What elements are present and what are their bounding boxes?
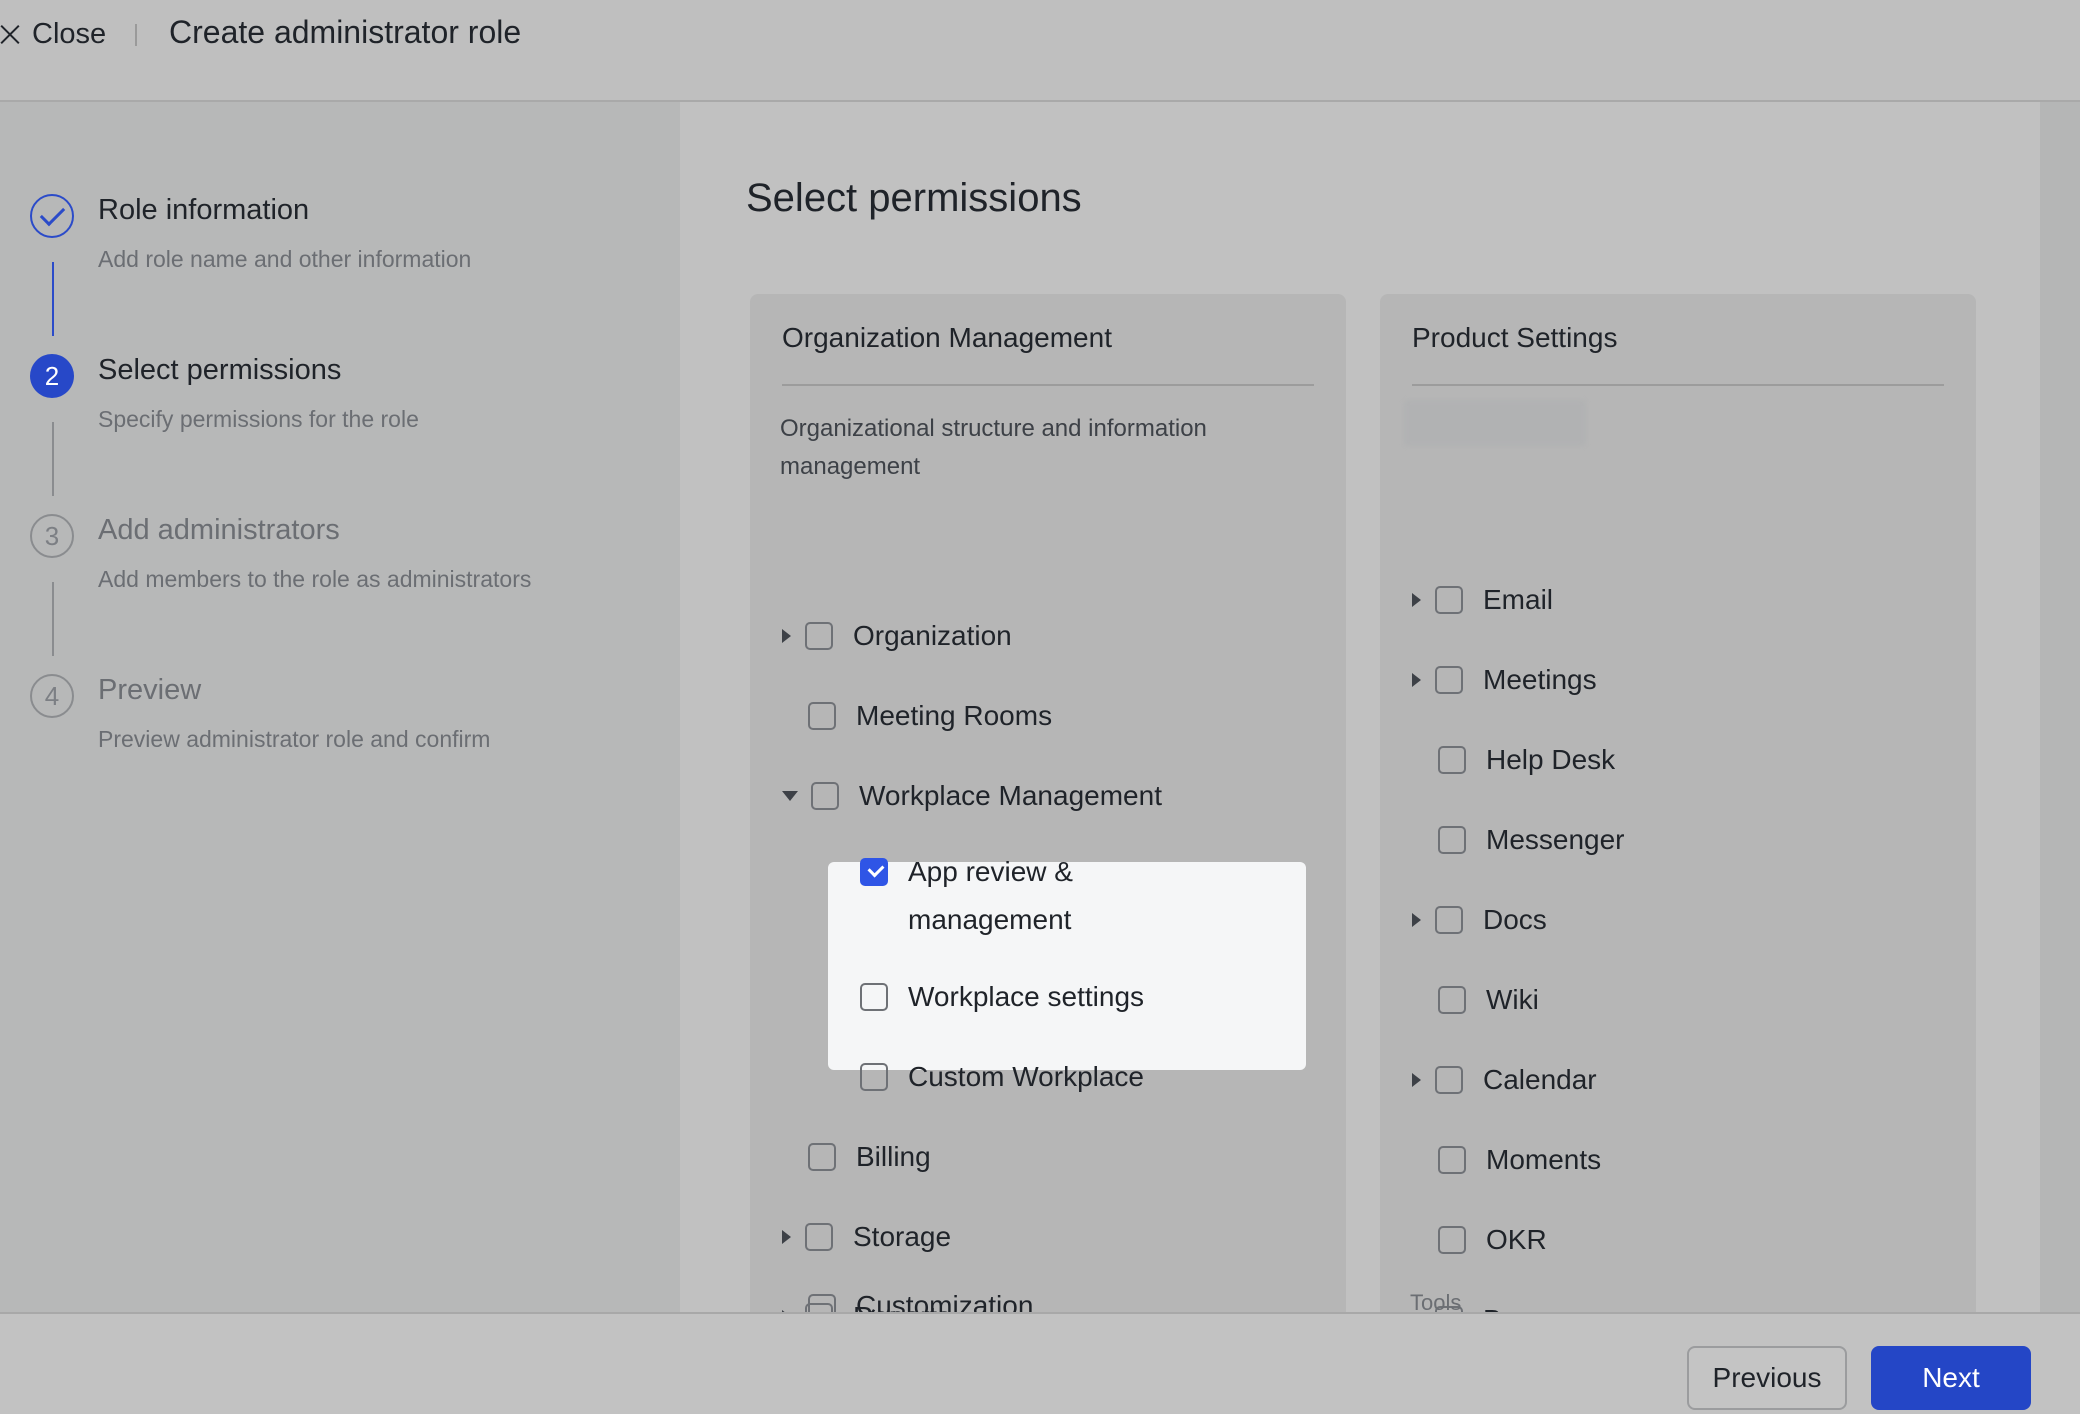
perm-wiki[interactable]: Wiki xyxy=(1438,980,1539,1020)
perm-label: Calendar xyxy=(1483,1064,1597,1095)
perm-docs[interactable]: Docs xyxy=(1412,900,1547,940)
expand-arrow-icon[interactable] xyxy=(782,629,791,643)
checkbox[interactable] xyxy=(1438,826,1466,854)
perm-label: Docs xyxy=(1483,904,1547,935)
org-management-card: Organization Management Organizational s… xyxy=(750,294,1346,1324)
perm-billing[interactable]: Billing xyxy=(808,1137,931,1177)
step-title: Role information xyxy=(98,194,310,226)
card-heading: Organization Management xyxy=(782,322,1112,353)
step-title: Select permissions xyxy=(98,354,342,386)
checkbox[interactable] xyxy=(1438,986,1466,1014)
close-icon xyxy=(0,24,20,44)
checkbox[interactable] xyxy=(1435,906,1463,934)
perm-customization[interactable]: Customization xyxy=(808,1284,1033,1312)
step-desc: Add role name and other information xyxy=(98,246,472,272)
checkbox[interactable] xyxy=(808,702,836,730)
perm-label: Organization xyxy=(853,620,1012,651)
perm-moments[interactable]: Moments xyxy=(1438,1140,1601,1180)
section-title: Select permissions xyxy=(746,176,1082,220)
checkbox[interactable] xyxy=(1435,666,1463,694)
checkbox[interactable] xyxy=(860,983,888,1011)
perm-meeting-rooms[interactable]: Meeting Rooms xyxy=(808,696,1052,736)
tools-section-label: Tools xyxy=(1410,1290,1462,1312)
step-number: 4 xyxy=(30,674,74,718)
perm-label: Meeting Rooms xyxy=(856,700,1053,731)
expand-arrow-icon[interactable] xyxy=(1412,593,1421,607)
step-connector xyxy=(52,582,54,656)
checkbox[interactable] xyxy=(1438,746,1466,774)
checkbox[interactable] xyxy=(1438,1226,1466,1254)
perm-label: Billing xyxy=(856,1141,931,1172)
perm-storage[interactable]: Storage xyxy=(782,1217,951,1257)
header-divider xyxy=(135,24,137,46)
perm-workplace-management[interactable]: Workplace Management xyxy=(782,776,1162,816)
checkbox[interactable] xyxy=(808,1143,836,1171)
product-settings-card: Product Settings Email Meetings Help Des… xyxy=(1380,294,1976,1324)
close-button[interactable]: Close xyxy=(0,12,106,56)
expand-arrow-icon[interactable] xyxy=(1412,673,1421,687)
footer-bar: Previous Next xyxy=(0,1312,2080,1414)
perm-workplace-settings[interactable]: Workplace settings xyxy=(860,977,1144,1017)
main-panel: Select permissions Organization Manageme… xyxy=(680,102,2040,1324)
perm-email[interactable]: Email xyxy=(1412,580,1553,620)
previous-button[interactable]: Previous xyxy=(1687,1346,1847,1410)
perm-messenger[interactable]: Messenger xyxy=(1438,820,1625,860)
top-bar: Close Create administrator role xyxy=(0,0,2080,102)
checkbox[interactable] xyxy=(808,1294,836,1312)
page-title: Create administrator role xyxy=(169,14,522,50)
perm-okr[interactable]: OKR xyxy=(1438,1220,1547,1260)
perm-organization[interactable]: Organization xyxy=(782,616,1012,656)
step-connector xyxy=(52,262,54,336)
scrollbar-gutter[interactable] xyxy=(2040,102,2080,1312)
perm-app-review[interactable]: App review & management xyxy=(860,856,1128,952)
step-number: 3 xyxy=(30,514,74,558)
checkbox[interactable] xyxy=(1438,1146,1466,1174)
perm-custom-workplace[interactable]: Custom Workplace xyxy=(860,1057,1144,1097)
perm-label: Workplace settings xyxy=(908,981,1145,1012)
step-desc: Specify permissions for the role xyxy=(98,406,419,432)
card-divider xyxy=(1412,384,1944,386)
redacted-block xyxy=(1404,400,1586,446)
step-desc: Add members to the role as administrator… xyxy=(98,566,532,592)
perm-meetings[interactable]: Meetings xyxy=(1412,660,1597,700)
card-divider xyxy=(782,384,1314,386)
perm-calendar[interactable]: Calendar xyxy=(1412,1060,1597,1100)
perm-label: App review & management xyxy=(908,856,1073,935)
next-button[interactable]: Next xyxy=(1871,1346,2031,1410)
checkbox[interactable] xyxy=(1435,586,1463,614)
perm-label: Storage xyxy=(853,1221,952,1252)
expand-arrow-icon[interactable] xyxy=(1412,1073,1421,1087)
checkbox[interactable] xyxy=(805,622,833,650)
perm-label: Email xyxy=(1483,584,1554,615)
expand-arrow-icon[interactable] xyxy=(782,1230,791,1244)
steps-sidebar: Role information Add role name and other… xyxy=(0,102,680,1312)
perm-label: Wiki xyxy=(1486,984,1539,1015)
perm-label: OKR xyxy=(1486,1224,1547,1255)
card-description: Organizational structure and information… xyxy=(780,415,1207,480)
perm-label: Help Desk xyxy=(1486,744,1616,775)
close-label: Close xyxy=(32,17,107,50)
step-desc: Preview administrator role and confirm xyxy=(98,726,491,752)
perm-label: Moments xyxy=(1486,1144,1602,1175)
collapse-arrow-icon[interactable] xyxy=(782,791,798,801)
perm-help-desk[interactable]: Help Desk xyxy=(1438,740,1615,780)
checkbox[interactable] xyxy=(805,1223,833,1251)
step-number: 2 xyxy=(30,354,74,398)
expand-arrow-icon[interactable] xyxy=(1412,913,1421,927)
perm-label: Workplace Management xyxy=(859,780,1162,811)
perm-label: Messenger xyxy=(1486,824,1625,855)
step-1-check-icon xyxy=(30,194,74,238)
perm-label: Customization xyxy=(856,1290,1034,1312)
step-title: Preview xyxy=(98,674,202,706)
step-title: Add administrators xyxy=(98,514,340,546)
perm-label: Custom Workplace xyxy=(908,1061,1145,1092)
checkbox[interactable] xyxy=(1435,1066,1463,1094)
perm-label: Meetings xyxy=(1483,664,1597,695)
checkbox[interactable] xyxy=(811,782,839,810)
checkbox[interactable] xyxy=(860,1063,888,1091)
step-connector xyxy=(52,422,54,496)
card-heading: Product Settings xyxy=(1412,322,1618,353)
checkbox-checked[interactable] xyxy=(860,858,888,886)
